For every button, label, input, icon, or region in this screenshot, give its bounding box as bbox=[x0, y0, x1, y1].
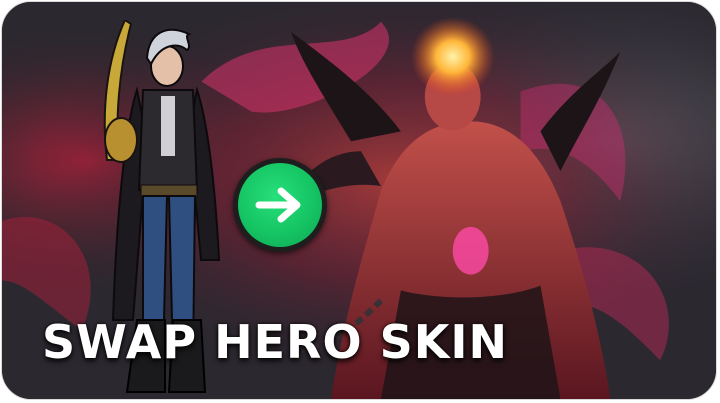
swap-button-face bbox=[238, 163, 322, 247]
banner-card[interactable]: SWAP HERO SKIN bbox=[1, 1, 717, 400]
arrow-right-icon bbox=[255, 187, 301, 223]
banner-title: SWAP HERO SKIN bbox=[42, 315, 508, 369]
swap-button[interactable] bbox=[233, 158, 327, 252]
